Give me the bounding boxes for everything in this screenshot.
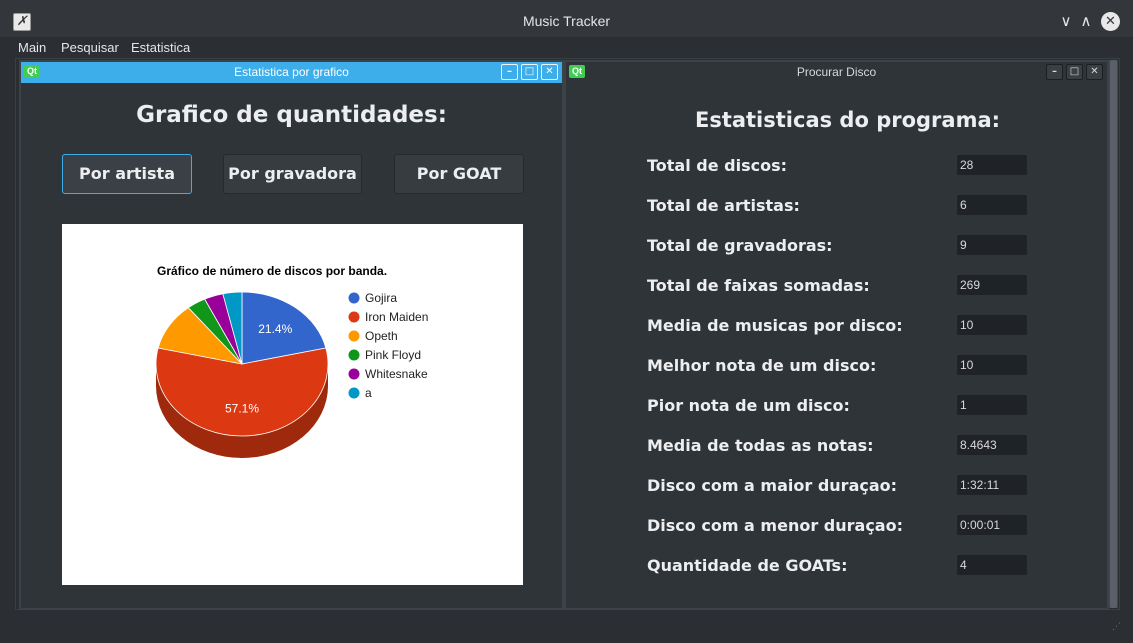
stat-label-media-musicas: Media de musicas por disco: (647, 316, 903, 335)
legend-item: Whitesnake (365, 367, 428, 381)
stats-subwindow-titlebar[interactable]: Qt Procurar Disco – □ ✕ (566, 62, 1107, 83)
stat-value-menor-duracao[interactable]: 0:00:01 (957, 515, 1027, 535)
status-bar (0, 612, 1133, 643)
menu-pesquisar[interactable]: Pesquisar (61, 40, 119, 55)
legend-item: Gojira (365, 291, 397, 305)
stats-subwindow-title: Procurar Disco (796, 65, 877, 79)
subwindow-close-icon[interactable]: ✕ (1086, 64, 1103, 80)
legend-item: a (365, 386, 372, 400)
chart-subwindow: Qt Estatistica por grafico – □ ✕ Grafico… (19, 60, 564, 610)
vertical-scrollbar[interactable] (1109, 60, 1118, 608)
subwindow-maximize-icon[interactable]: □ (1066, 64, 1083, 80)
pie-slice-label: 21.4% (258, 322, 292, 336)
by-label-button[interactable]: Por gravadora (223, 154, 362, 194)
stat-label-menor-duracao: Disco com a menor duraçao: (647, 516, 903, 535)
stat-value-total-artistas[interactable]: 6 (957, 195, 1027, 215)
stat-label-melhor-nota: Melhor nota de um disco: (647, 356, 877, 375)
mdi-area: Qt Estatistica por grafico – □ ✕ Grafico… (15, 58, 1120, 610)
stat-value-pior-nota[interactable]: 1 (957, 395, 1027, 415)
stats-subwindow: Qt Procurar Disco – □ ✕ Estatisticas do … (564, 60, 1109, 610)
stats-heading: Estatisticas do programa: (694, 108, 1001, 132)
legend-item: Opeth (365, 329, 398, 343)
resize-grip-icon[interactable]: ⋰ (1112, 622, 1124, 634)
legend-marker (348, 311, 360, 323)
pie-chart-svg: Gráfico de número de discos por banda. 2… (155, 264, 428, 458)
window-titlebar[interactable]: ✗ Music Tracker ∨ ∧ ✕ (0, 0, 1133, 38)
menubar: Main Pesquisar Estatistica (0, 38, 1133, 58)
stat-label-pior-nota: Pior nota de um disco: (647, 396, 850, 415)
minimize-icon[interactable]: ∨ (1056, 11, 1076, 31)
stat-value-total-gravadoras[interactable]: 9 (957, 235, 1027, 255)
subwindow-minimize-icon[interactable]: – (501, 64, 518, 80)
by-goat-button[interactable]: Por GOAT (394, 154, 524, 194)
scrollbar-thumb[interactable] (1110, 60, 1117, 608)
stat-value-total-faixas[interactable]: 269 (957, 275, 1027, 295)
subwindow-close-icon[interactable]: ✕ (541, 64, 558, 80)
stat-value-media-notas[interactable]: 8.4643 (957, 435, 1027, 455)
legend-marker (348, 330, 360, 342)
maximize-icon[interactable]: ∧ (1076, 11, 1096, 31)
menu-main[interactable]: Main (18, 40, 46, 55)
stat-label-quantidade-goats: Quantidade de GOATs: (647, 556, 848, 575)
stat-label-total-artistas: Total de artistas: (647, 196, 800, 215)
stat-value-melhor-nota[interactable]: 10 (957, 355, 1027, 375)
stat-label-total-faixas: Total de faixas somadas: (647, 276, 870, 295)
chart-subwindow-title: Estatistica por grafico (234, 65, 349, 79)
subwindow-minimize-icon[interactable]: – (1046, 64, 1063, 80)
window-title: Music Tracker (522, 13, 611, 29)
stat-value-quantidade-goats[interactable]: 4 (957, 555, 1027, 575)
legend-item: Pink Floyd (365, 348, 421, 362)
subwindow-maximize-icon[interactable]: □ (521, 64, 538, 80)
close-icon[interactable]: ✕ (1101, 12, 1120, 31)
stat-label-total-gravadoras: Total de gravadoras: (647, 236, 833, 255)
chart-subwindow-titlebar[interactable]: Qt Estatistica por grafico – □ ✕ (21, 62, 562, 83)
by-artist-button[interactable]: Por artista (62, 154, 192, 194)
pie-chart: Gráfico de número de discos por banda. 2… (62, 224, 523, 585)
legend-marker (348, 387, 360, 399)
legend-item: Iron Maiden (365, 310, 428, 324)
stat-label-maior-duracao: Disco com a maior duraçao: (647, 476, 898, 495)
stat-label-media-notas: Media de todas as notas: (647, 436, 874, 455)
stat-value-total-discos[interactable]: 28 (957, 155, 1027, 175)
legend-marker (348, 349, 360, 361)
chart-heading: Grafico de quantidades: (136, 102, 447, 128)
stat-value-media-musicas[interactable]: 10 (957, 315, 1027, 335)
chart-title: Gráfico de número de discos por banda. (157, 264, 387, 278)
legend-marker (348, 292, 360, 304)
stat-label-total-discos: Total de discos: (647, 156, 788, 175)
stat-value-maior-duracao[interactable]: 1:32:11 (957, 475, 1027, 495)
menu-estatistica[interactable]: Estatistica (131, 40, 190, 55)
pie-slice-label: 57.1% (225, 402, 259, 416)
legend-marker (348, 368, 360, 380)
